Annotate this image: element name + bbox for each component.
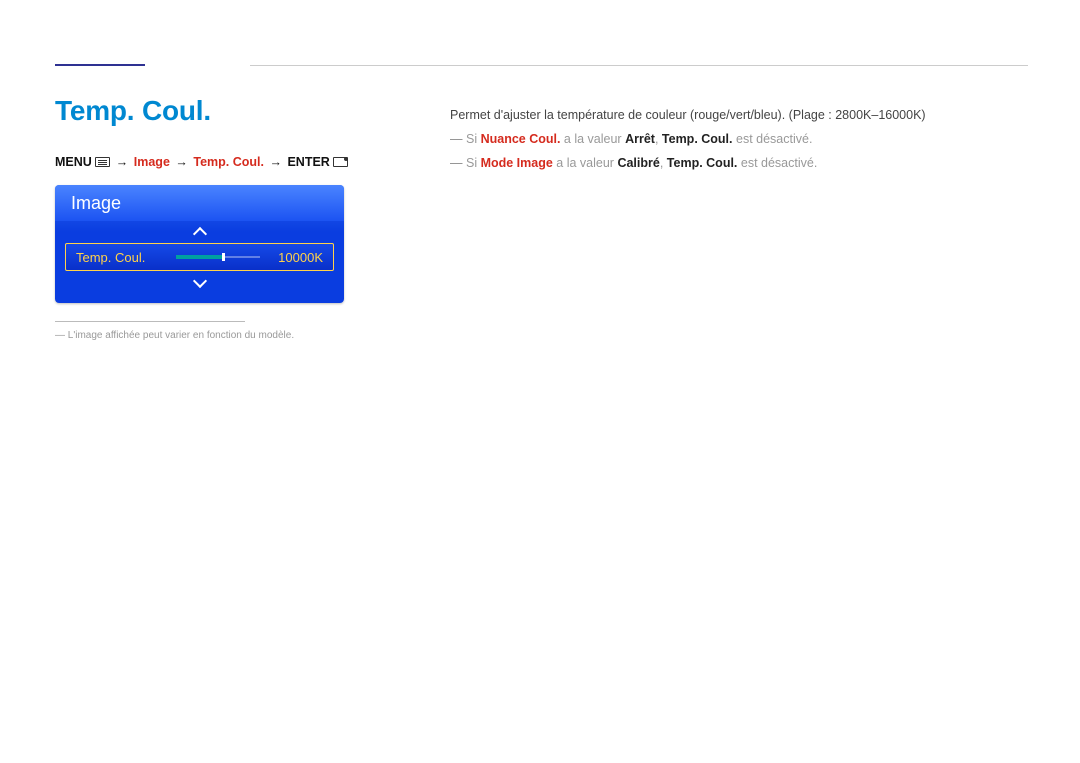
t: Si bbox=[466, 132, 481, 146]
t: Nuance Coul. bbox=[481, 132, 561, 146]
osd-row-tempcoul[interactable]: Temp. Coul. 10000K bbox=[65, 243, 334, 271]
osd-scroll-down[interactable] bbox=[55, 271, 344, 293]
t: est désactivé. bbox=[737, 156, 817, 170]
path-arrow: → bbox=[114, 155, 131, 169]
t: a la valeur bbox=[560, 132, 625, 146]
path-arrow: → bbox=[267, 155, 284, 169]
t: Si bbox=[466, 156, 481, 170]
t: Temp. Coul. bbox=[662, 132, 733, 146]
t: a la valeur bbox=[553, 156, 618, 170]
description-column: Permet d'ajuster la température de coule… bbox=[450, 105, 1028, 177]
path-menu-label: MENU bbox=[55, 155, 92, 169]
path-arrow: → bbox=[173, 155, 190, 169]
header-rule bbox=[250, 65, 1028, 66]
desc-note-1: Si Nuance Coul. a la valeur Arrêt, Temp.… bbox=[450, 129, 1028, 149]
osd-title: Image bbox=[55, 185, 344, 221]
t: Arrêt bbox=[625, 132, 655, 146]
t: Mode Image bbox=[481, 156, 553, 170]
osd-scroll-up[interactable] bbox=[55, 221, 344, 243]
t: Calibré bbox=[617, 156, 659, 170]
footnote: L'image affichée peut varier en fonction… bbox=[55, 330, 355, 341]
chevron-down-icon bbox=[192, 274, 206, 288]
path-seg-tempcoul: Temp. Coul. bbox=[193, 155, 264, 169]
slider-handle-icon[interactable] bbox=[222, 253, 225, 261]
desc-note-2: Si Mode Image a la valeur Calibré, Temp.… bbox=[450, 153, 1028, 173]
enter-button-icon bbox=[333, 157, 348, 167]
left-column: Temp. Coul. MENU → Image → Temp. Coul. →… bbox=[55, 95, 355, 341]
osd-slider[interactable] bbox=[176, 255, 260, 259]
t: Temp. Coul. bbox=[667, 156, 738, 170]
accent-bar bbox=[55, 64, 145, 66]
osd-panel: Image Temp. Coul. 10000K bbox=[55, 185, 344, 303]
nav-path: MENU → Image → Temp. Coul. → ENTER bbox=[55, 155, 355, 169]
menu-button-icon bbox=[95, 157, 110, 167]
osd-row-value: 10000K bbox=[268, 250, 323, 265]
t: , bbox=[660, 156, 667, 170]
path-enter-label: ENTER bbox=[287, 155, 329, 169]
chevron-up-icon bbox=[192, 227, 206, 241]
footnote-rule bbox=[55, 321, 245, 322]
osd-row-label: Temp. Coul. bbox=[76, 250, 176, 265]
t: , bbox=[655, 132, 662, 146]
t: est désactivé. bbox=[733, 132, 813, 146]
path-seg-image: Image bbox=[134, 155, 170, 169]
page-title: Temp. Coul. bbox=[55, 95, 355, 127]
slider-fill bbox=[176, 255, 222, 259]
desc-main: Permet d'ajuster la température de coule… bbox=[450, 105, 1028, 125]
